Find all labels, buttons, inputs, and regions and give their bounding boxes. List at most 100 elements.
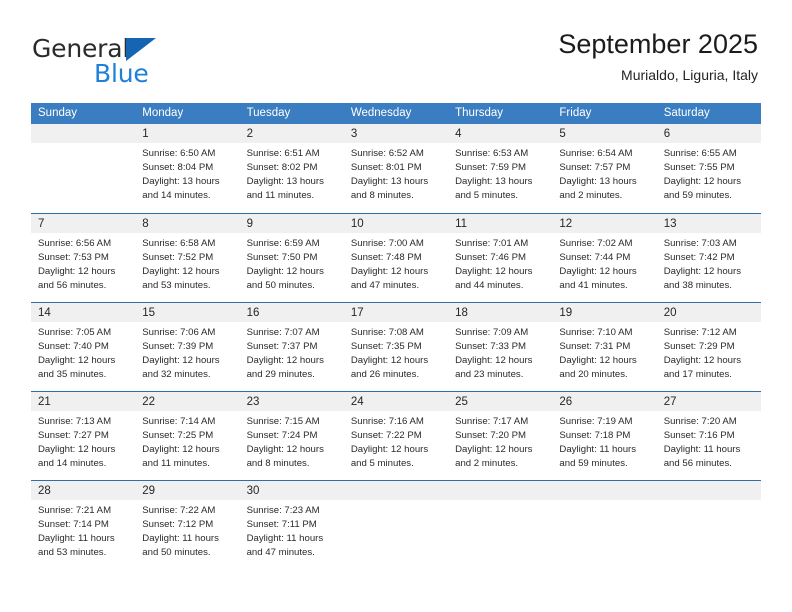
calendar-day-cell[interactable]: 21 Sunrise: 7:13 AM Sunset: 7:27 PM Dayligh… [31,392,136,480]
sunset-text: Sunset: 7:20 PM [455,430,527,442]
sunrise-text: Sunrise: 7:17 AM [455,416,529,427]
day-number-band: 15 [135,303,240,322]
calendar-day-cell[interactable]: 15 Sunrise: 7:06 AM Sunset: 7:39 PM Dayligh… [135,303,240,391]
day-number-band: 30 [239,481,344,500]
sunrise-text: Sunrise: 6:59 AM [246,238,320,249]
day-details: Sunrise: 7:22 AM Sunset: 7:12 PM Daylight:… [135,500,239,560]
day-details [31,143,135,147]
day-details: Sunrise: 7:02 AM Sunset: 7:44 PM Daylight:… [552,233,656,293]
day-number: 12 [559,218,573,230]
day-number: 2 [246,128,253,140]
daylight-text: Daylight: 13 hours [455,176,533,188]
calendar-day-cell[interactable]: 19 Sunrise: 7:10 AM Sunset: 7:31 PM Dayligh… [552,303,657,391]
sunset-text: Sunset: 7:31 PM [559,341,631,353]
calendar-day-cell[interactable]: 22 Sunrise: 7:14 AM Sunset: 7:25 PM Dayligh… [135,392,240,480]
calendar-day-cell[interactable]: 7 Sunrise: 6:56 AM Sunset: 7:53 PM Daylight… [31,214,136,302]
sunset-text: Sunset: 7:59 PM [455,162,527,174]
sunset-text: Sunset: 7:25 PM [142,430,214,442]
calendar-grid: Sunday Monday Tuesday Wednesday Thursday Frid… [31,103,761,569]
title-block: September 2025 Murialdo, Liguria, Italy [558,28,758,85]
day-number-band: 28 [31,481,136,500]
calendar-day-cell[interactable]: 18 Sunrise: 7:09 AM Sunset: 7:33 PM Dayligh… [448,303,553,391]
calendar-day-cell[interactable]: 17 Sunrise: 7:08 AM Sunset: 7:35 PM Dayligh… [343,303,449,391]
daylight-text: and 32 minutes. [142,369,211,381]
day-details: Sunrise: 7:10 AM Sunset: 7:31 PM Daylight:… [552,322,656,382]
calendar-day-cell[interactable]: 5 Sunrise: 6:54 AM Sunset: 7:57 PM Daylight… [552,124,657,213]
day-number-band: 6 [656,124,761,143]
day-details: Sunrise: 7:15 AM Sunset: 7:24 PM Daylight:… [240,411,344,471]
day-number-band: 18 [448,303,553,322]
calendar-day-cell[interactable]: 14 Sunrise: 7:05 AM Sunset: 7:40 PM Dayligh… [31,303,136,391]
sunrise-text: Sunrise: 7:10 AM [559,327,633,338]
daylight-text: Daylight: 12 hours [455,266,533,278]
weekday-header-thursday: Thursday [455,107,504,119]
daylight-text: and 2 minutes. [559,190,623,202]
weekday-header-tuesday: Tuesday [246,107,291,119]
calendar-day-cell[interactable]: 24 Sunrise: 7:16 AM Sunset: 7:22 PM Dayligh… [343,392,449,480]
calendar-day-cell[interactable]: 11 Sunrise: 7:01 AM Sunset: 7:46 PM Dayligh… [448,214,553,302]
sunset-text: Sunset: 7:42 PM [663,252,735,264]
calendar-day-cell[interactable]: 1 Sunrise: 6:50 AM Sunset: 8:04 PM Daylight… [135,124,240,213]
calendar-day-cell[interactable]: 13 Sunrise: 7:03 AM Sunset: 7:42 PM Dayligh… [656,214,761,302]
calendar-day-cell[interactable]: 28 Sunrise: 7:21 AM Sunset: 7:14 PM Dayligh… [31,481,136,569]
day-number-band: 13 [656,214,761,233]
calendar-day-cell[interactable]: 27 Sunrise: 7:20 AM Sunset: 7:16 PM Dayligh… [656,392,761,480]
day-number: 7 [38,218,45,230]
sunrise-text: Sunrise: 7:22 AM [142,505,216,516]
daylight-text: Daylight: 12 hours [455,355,533,367]
calendar-weeks: 1 Sunrise: 6:50 AM Sunset: 8:04 PM Daylight… [31,124,761,569]
sunrise-text: Sunrise: 6:50 AM [142,148,216,159]
daylight-text: Daylight: 12 hours [350,266,429,278]
sunrise-text: Sunrise: 6:53 AM [455,148,529,159]
daylight-text: and 53 minutes. [38,547,107,559]
day-number-band: 17 [343,303,449,322]
day-details: Sunrise: 7:23 AM Sunset: 7:11 PM Daylight:… [240,500,344,560]
weekday-header-friday: Friday [559,107,592,119]
calendar-day-cell[interactable]: 12 Sunrise: 7:02 AM Sunset: 7:44 PM Dayligh… [552,214,657,302]
calendar-day-cell[interactable]: 9 Sunrise: 6:59 AM Sunset: 7:50 PM Daylight… [239,214,344,302]
calendar-day-cell[interactable]: 16 Sunrise: 7:07 AM Sunset: 7:37 PM Dayligh… [239,303,344,391]
calendar-day-cell[interactable]: 4 Sunrise: 6:53 AM Sunset: 7:59 PM Daylight… [448,124,553,213]
calendar-day-cell[interactable]: 3 Sunrise: 6:52 AM Sunset: 8:01 PM Daylight… [343,124,449,213]
calendar-day-cell[interactable]: 2 Sunrise: 6:51 AM Sunset: 8:02 PM Daylight… [239,124,344,213]
sunrise-text: Sunrise: 6:55 AM [663,148,737,159]
calendar-week-row: 14 Sunrise: 7:05 AM Sunset: 7:40 PM Dayligh… [31,302,761,391]
daylight-text: and 14 minutes. [38,458,107,470]
sunset-text: Sunset: 7:52 PM [142,252,214,264]
calendar-day-cell-empty [343,481,449,569]
calendar-day-cell[interactable]: 30 Sunrise: 7:23 AM Sunset: 7:11 PM Dayligh… [239,481,344,569]
daylight-text: Daylight: 12 hours [663,355,742,367]
day-number: 1 [142,128,149,140]
day-details: Sunrise: 6:50 AM Sunset: 8:04 PM Daylight:… [135,143,239,203]
calendar-day-cell[interactable]: 8 Sunrise: 6:58 AM Sunset: 7:52 PM Daylight… [135,214,240,302]
calendar-day-cell[interactable]: 29 Sunrise: 7:22 AM Sunset: 7:12 PM Dayligh… [135,481,240,569]
sunset-text: Sunset: 7:39 PM [142,341,214,353]
calendar-week-row: 7 Sunrise: 6:56 AM Sunset: 7:53 PM Daylight… [31,213,761,302]
logo-triangle-icon [126,38,156,61]
daylight-text: Daylight: 12 hours [142,266,220,278]
sunset-text: Sunset: 7:11 PM [246,519,317,531]
daylight-text: Daylight: 12 hours [38,355,116,367]
day-number-band: 9 [239,214,344,233]
sunset-text: Sunset: 8:02 PM [246,162,318,174]
daylight-text: and 59 minutes. [663,190,732,202]
calendar-day-cell[interactable]: 23 Sunrise: 7:15 AM Sunset: 7:24 PM Dayligh… [239,392,344,480]
weekday-header-saturday: Saturday [663,107,710,119]
weekday-header-sunday: Sunday [38,107,78,119]
sunset-text: Sunset: 8:01 PM [350,162,422,174]
day-number-band: 4 [448,124,553,143]
calendar-day-cell[interactable]: 6 Sunrise: 6:55 AM Sunset: 7:55 PM Daylight… [656,124,761,213]
calendar-day-cell[interactable]: 10 Sunrise: 7:00 AM Sunset: 7:48 PM Dayligh… [343,214,449,302]
day-details: Sunrise: 7:00 AM Sunset: 7:48 PM Daylight:… [344,233,448,293]
calendar-day-cell[interactable]: 26 Sunrise: 7:19 AM Sunset: 7:18 PM Dayligh… [552,392,657,480]
calendar-day-cell[interactable]: 20 Sunrise: 7:12 AM Sunset: 7:29 PM Dayligh… [656,303,761,391]
daylight-text: and 47 minutes. [246,547,315,559]
day-number: 21 [38,396,51,408]
weekday-header-wednesday: Wednesday [350,107,412,119]
day-details: Sunrise: 6:59 AM Sunset: 7:50 PM Daylight:… [240,233,344,293]
day-number: 11 [455,218,468,230]
day-number-band: 22 [135,392,240,411]
sunset-text: Sunset: 7:40 PM [38,341,109,353]
sunset-text: Sunset: 7:48 PM [350,252,422,264]
calendar-day-cell[interactable]: 25 Sunrise: 7:17 AM Sunset: 7:20 PM Dayligh… [448,392,553,480]
